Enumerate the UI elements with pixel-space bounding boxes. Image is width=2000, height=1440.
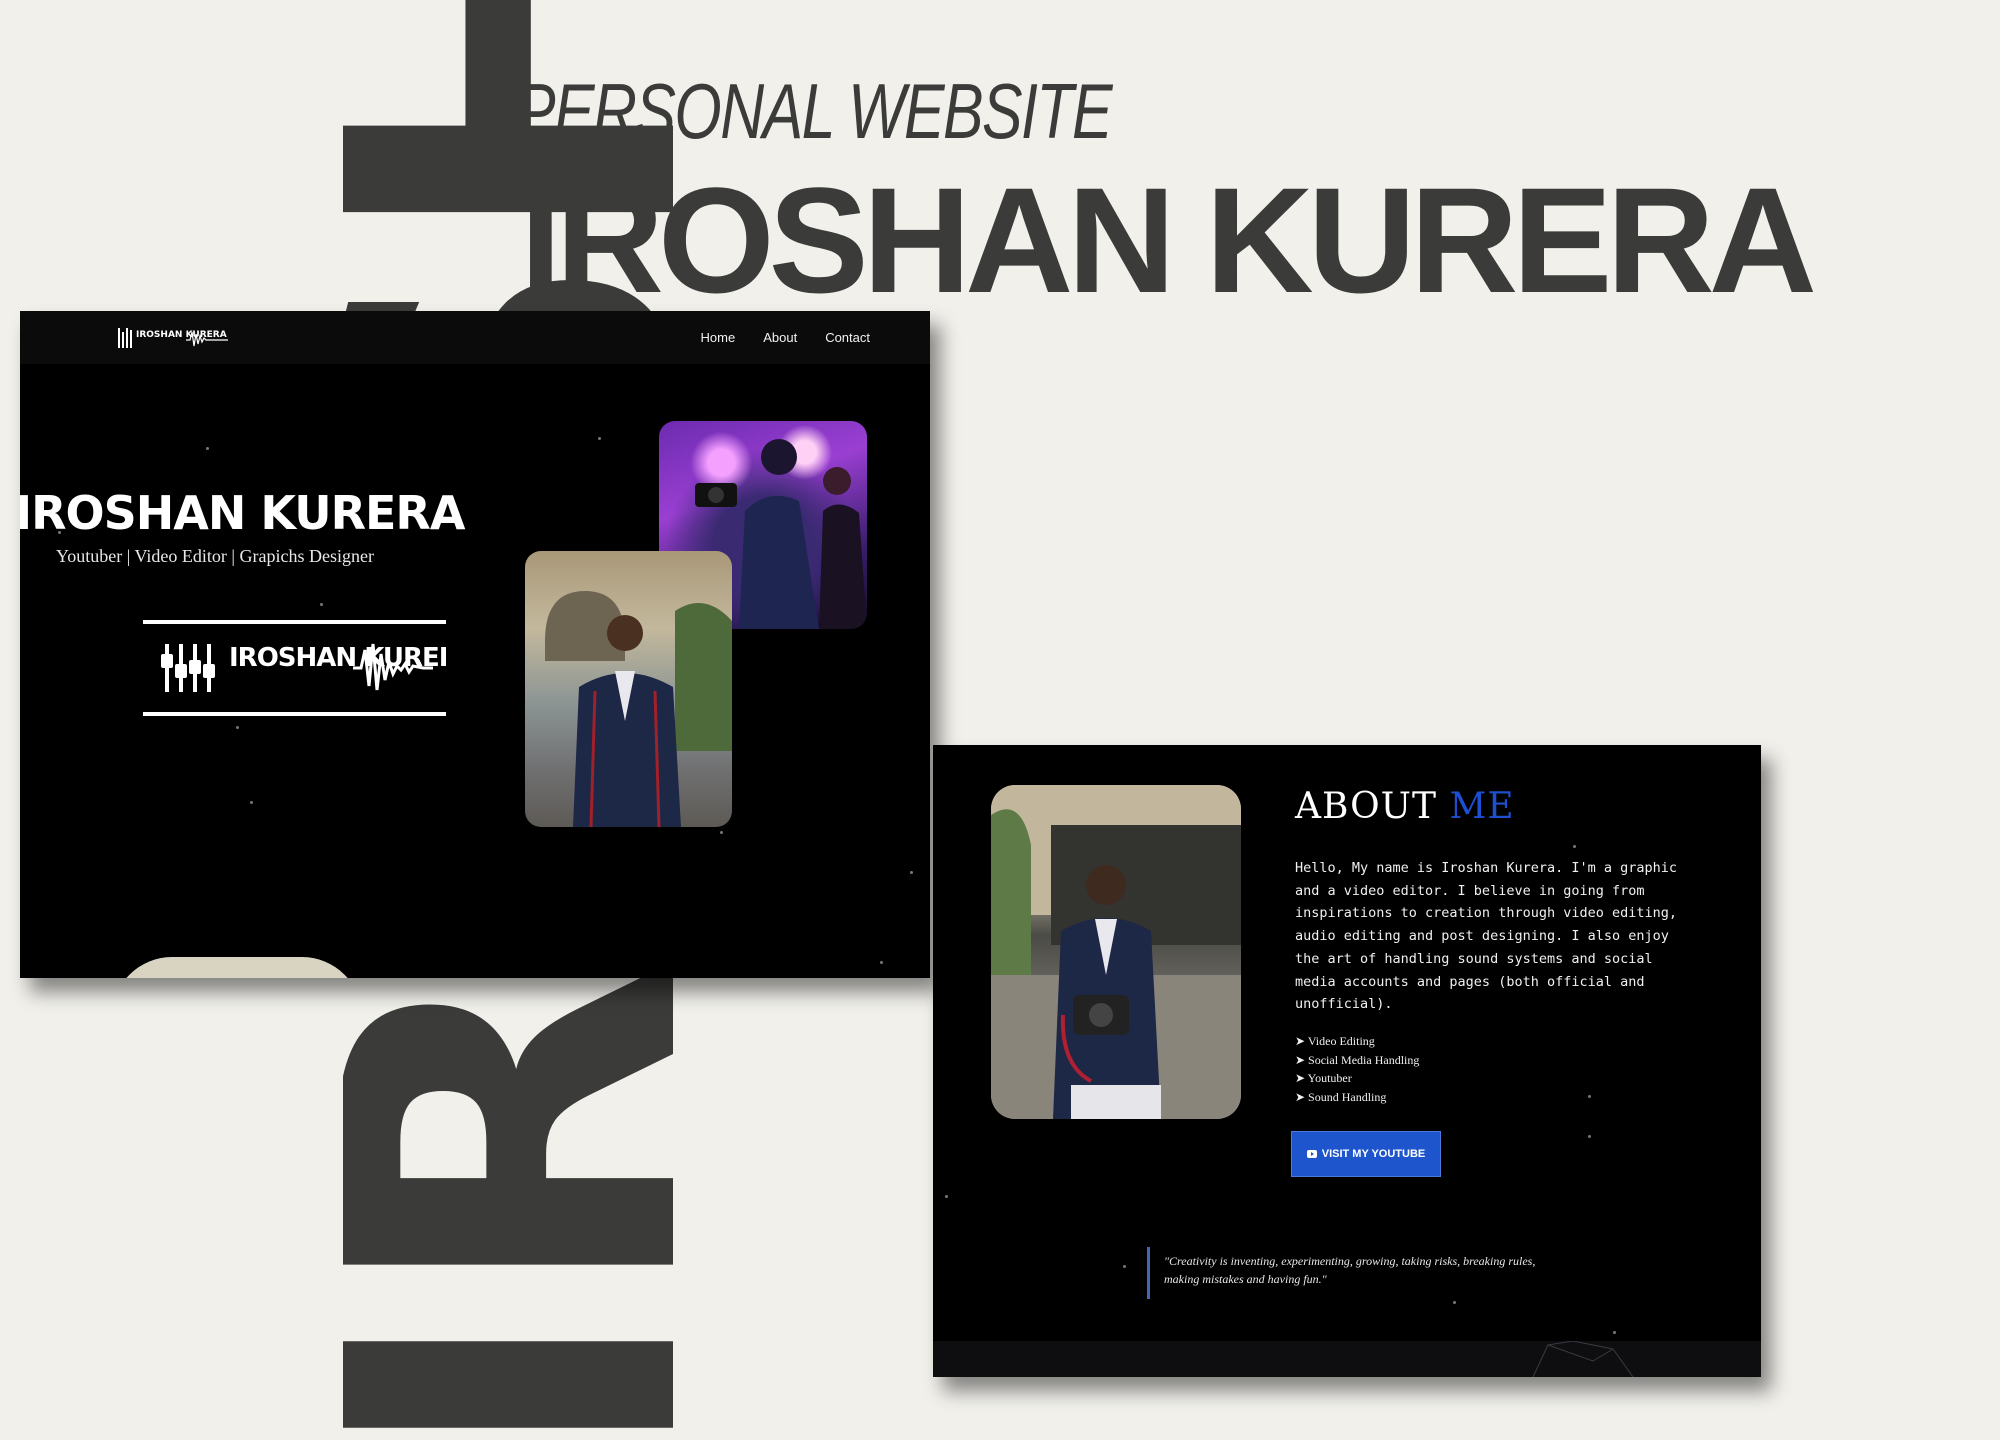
quote-text: "Creativity is inventing, experimenting,… (1164, 1254, 1536, 1286)
nav-logo[interactable]: IROSHAN KURERA (116, 326, 231, 350)
visit-youtube-label: VISIT MY YOUTUBE (1321, 1148, 1426, 1160)
youtube-icon (1306, 1150, 1317, 1158)
about-page-screenshot: ABOUT ME Hello, My name is Iroshan Kurer… (933, 745, 1761, 1377)
hero-logo: IROSHAN KURERA (143, 620, 446, 716)
nav-home-link[interactable]: Home (701, 330, 736, 345)
about-title: ABOUT ME (1295, 783, 1515, 831)
about-text: Hello, My name is Iroshan Kurera. I'm a … (1295, 860, 1678, 1013)
nav-contact-link[interactable]: Contact (825, 330, 870, 345)
footer-strip (933, 1340, 1761, 1377)
skill-item: ➤ Video Editing (1295, 1034, 1375, 1048)
nav-logo-line1: IROSHAN KURERA (136, 330, 227, 340)
presentation-eyebrow: PERSONAL WEBSITE (515, 67, 1113, 155)
about-title-accent: ME (1449, 786, 1515, 827)
visit-youtube-button[interactable]: VISIT MY YOUTUBE (1291, 1131, 1441, 1177)
nav-about-link[interactable]: About (763, 330, 797, 345)
skill-item: ➤ Social Media Handling (1295, 1052, 1420, 1067)
home-page-screenshot: IROSHAN KURERA Home About Contact IROSHA… (20, 311, 930, 978)
hero-subtitle: Youtuber | Video Editor | Grapichs Desig… (56, 546, 374, 566)
presentation-title: IROSHAN KURERA (520, 156, 1817, 324)
nav-links: Home About Contact (701, 311, 870, 364)
quote-bar (1147, 1247, 1150, 1299)
skills-list: ➤ Video Editing ➤ Social Media Handling … (1295, 1032, 1419, 1106)
hero-logo-text: IROSHAN KURERA (229, 643, 446, 673)
skill-item: ➤ Sound Handling (1295, 1089, 1387, 1104)
hero-title: IROSHAN KURERA (20, 486, 465, 540)
skill-item: ➤ Youtuber (1295, 1071, 1352, 1085)
about-photo (991, 785, 1241, 1119)
next-section-peek (112, 957, 362, 978)
portrait-photo (525, 551, 732, 827)
navbar: IROSHAN KURERA Home About Contact (20, 311, 930, 364)
about-title-text: ABOUT (1295, 786, 1437, 827)
